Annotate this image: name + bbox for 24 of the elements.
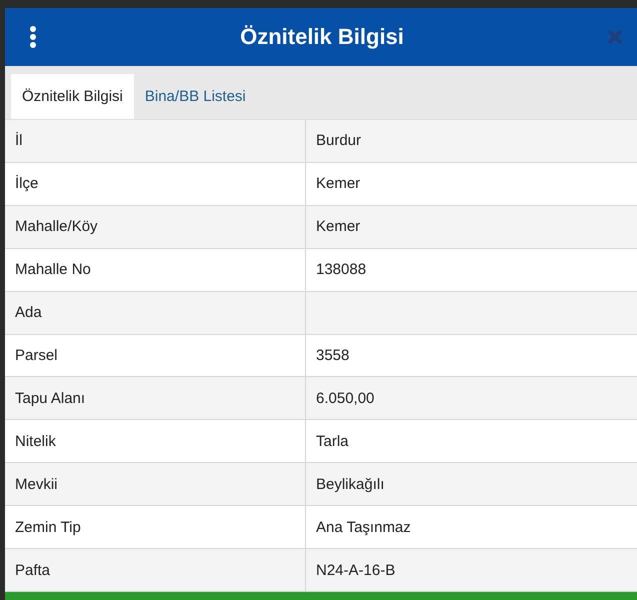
label-cell-text: İlçe (14, 174, 40, 194)
label-cell-text: Parsel (14, 346, 59, 366)
label-cell-text: Nitelik (14, 432, 57, 452)
value-cell: N24-A-16-B (305, 549, 637, 591)
label-cell-text: Mahalle No (14, 260, 92, 280)
value-cell: 138088 (305, 248, 637, 291)
value-cell: Kemer (305, 206, 637, 248)
tab[interactable]: Bina/BB Listesi (134, 74, 257, 119)
value-cell: Burdur (305, 120, 637, 162)
value-cell: 3558 (305, 334, 637, 376)
label-cell-text: Ada (14, 303, 43, 324)
dialog-title: Öznitelik Bilgisi (240, 24, 404, 50)
label-cell-text: Pafta (14, 560, 52, 581)
label-cell-text: Tapu Alanı (14, 388, 86, 409)
value-cell: Tarla (305, 420, 637, 462)
label-cell-text: İl (14, 131, 24, 152)
value-cell: Beylikağılı (305, 463, 637, 506)
value-cell: 6.050,00 (305, 377, 637, 420)
label-cell-text: Mevkii (14, 474, 59, 495)
value-cell: Kemer (305, 162, 637, 205)
label-cell-text: Mahalle/Köy (14, 217, 99, 238)
tab[interactable]: Öznitelik Bilgisi (11, 74, 134, 119)
label-cell-text: Zemin Tip (14, 518, 82, 538)
value-cell: Ana Taşınmaz (305, 506, 637, 548)
